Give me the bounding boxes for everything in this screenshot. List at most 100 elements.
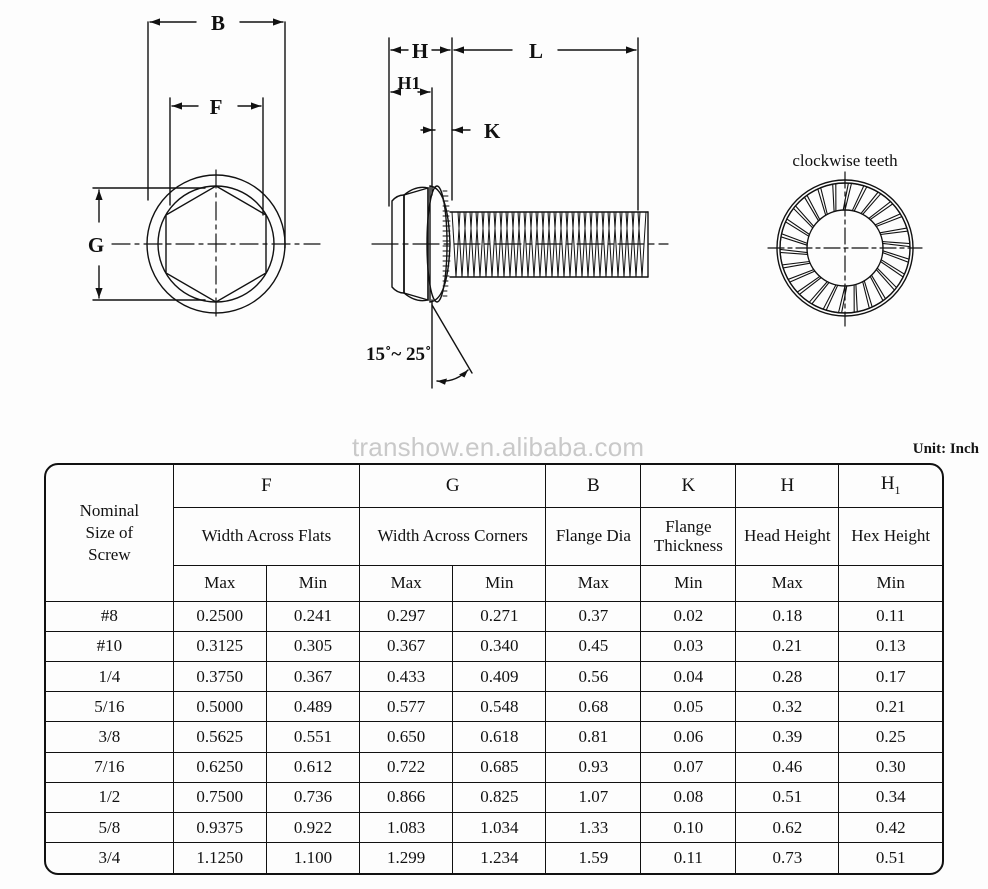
serration-tooth <box>855 281 870 313</box>
angle-label: 15˚~ 25˚ <box>366 344 431 365</box>
cell-k-min: 0.03 <box>640 630 737 662</box>
header-name-flange-dia: Flange Dia <box>545 506 642 566</box>
flange-thickness-line-1: Flange <box>665 516 712 536</box>
cell-h-max: 0.46 <box>735 751 840 783</box>
drawing-svg: B F G H L H1 K 15˚~ 25˚ clockwise teeth <box>88 11 923 389</box>
dimension-label-h1: H1 <box>397 73 420 93</box>
table-row: 7/16 0.6250 0.612 0.722 0.685 0.93 0.07 0.46 0.3… <box>46 751 942 783</box>
cell-h-max: 0.21 <box>735 630 840 662</box>
arrow-b-right <box>273 18 283 26</box>
header-f-min: Min <box>265 564 361 602</box>
cell-b-max: 0.37 <box>545 600 642 632</box>
angle-leader-line <box>431 304 473 374</box>
cell-h-max: 0.28 <box>735 660 840 693</box>
cell-h1-min: 0.25 <box>838 721 942 753</box>
dimension-label-l: L <box>529 39 543 63</box>
table-row: 5/8 0.9375 0.922 1.083 1.034 1.33 0.10 0.62 0.42 <box>46 812 942 844</box>
cell-h1-min: 0.11 <box>838 600 942 632</box>
nominal-line-1: Nominal <box>79 500 140 520</box>
serration-tooth <box>782 262 815 281</box>
serration-tooth <box>879 230 911 245</box>
cell-h1-min: 0.13 <box>838 630 942 662</box>
table-row: #10 0.3125 0.305 0.367 0.340 0.45 0.03 0.21 0.13 <box>46 630 942 662</box>
cell-g-max: 0.866 <box>359 781 454 814</box>
cell-f-min: 0.551 <box>265 721 361 753</box>
arrow-l-left <box>454 46 464 54</box>
cell-f-max: 0.9375 <box>172 812 267 844</box>
cell-k-min: 0.11 <box>640 842 737 873</box>
header-symbol-h1: H1 <box>838 465 942 508</box>
arrow-h-left <box>391 46 401 54</box>
cell-f-max: 0.7500 <box>172 781 267 814</box>
cell-b-max: 0.93 <box>545 751 642 783</box>
arrow-g-bottom <box>95 288 103 298</box>
dimension-label-f: F <box>210 95 223 119</box>
cell-k-min: 0.10 <box>640 812 737 844</box>
cell-h-max: 0.73 <box>735 842 840 873</box>
cell-nominal-size: 3/8 <box>46 721 174 753</box>
cell-h1-min: 0.21 <box>838 691 942 723</box>
cell-k-min: 0.05 <box>640 691 737 723</box>
cell-k-min: 0.04 <box>640 660 737 693</box>
cell-g-max: 0.297 <box>359 600 454 632</box>
cell-g-max: 0.722 <box>359 751 454 783</box>
cell-nominal-size: 1/2 <box>46 781 174 814</box>
cell-g-min: 1.034 <box>452 812 547 844</box>
dimension-label-b: B <box>211 11 225 35</box>
cell-h1-min: 0.42 <box>838 812 942 844</box>
cell-b-max: 1.59 <box>545 842 642 873</box>
table-row: 3/8 0.5625 0.551 0.650 0.618 0.81 0.06 0.39 0.25 <box>46 721 942 753</box>
arrow-k-right <box>453 126 463 134</box>
header-symbol-g: G <box>359 465 547 508</box>
arrow-f-left <box>172 102 182 110</box>
cell-nominal-size: 5/8 <box>46 812 174 844</box>
cell-f-min: 0.489 <box>265 691 361 723</box>
cell-nominal-size: #8 <box>46 600 174 632</box>
header-nominal-size: Nominal Size of Screw <box>46 465 174 602</box>
arrow-h1-right <box>420 88 430 96</box>
unit-note: Unit: Inch <box>912 441 979 457</box>
serration-tooth <box>806 188 827 221</box>
cell-f-max: 0.5000 <box>172 691 267 723</box>
cell-g-max: 0.367 <box>359 630 454 662</box>
cell-f-max: 0.3750 <box>172 660 267 693</box>
cell-g-max: 0.577 <box>359 691 454 723</box>
cell-f-max: 1.1250 <box>172 842 267 873</box>
cell-h-max: 0.18 <box>735 600 840 632</box>
dimension-label-k: K <box>484 119 501 143</box>
cell-g-min: 1.234 <box>452 842 547 873</box>
nominal-line-2: Size of <box>85 522 134 542</box>
nominal-line-3: Screw <box>88 544 131 564</box>
cell-nominal-size: 7/16 <box>46 751 174 783</box>
cell-f-min: 0.612 <box>265 751 361 783</box>
header-symbol-b: B <box>545 465 642 508</box>
table-body: #8 0.2500 0.241 0.297 0.271 0.37 0.02 0.18 0.11 #… <box>46 600 942 873</box>
cell-f-min: 0.736 <box>265 781 361 814</box>
technical-drawings: B F G H L H1 K 15˚~ 25˚ clockwise teeth <box>0 0 988 455</box>
cell-f-min: 0.241 <box>265 600 361 632</box>
cell-f-min: 0.367 <box>265 660 361 693</box>
flange-thickness-line-2: Thickness <box>653 536 723 555</box>
header-h-max: Max <box>735 564 840 602</box>
cell-nominal-size: 5/16 <box>46 691 174 723</box>
serration-tooth <box>875 215 908 234</box>
header-symbol-f: F <box>172 465 361 508</box>
cell-k-min: 0.02 <box>640 600 737 632</box>
serration-tooth <box>840 284 855 314</box>
alibaba-watermark: transhow.en.alibaba.com <box>352 432 645 462</box>
dimension-label-g: G <box>88 233 104 257</box>
table-row: 5/16 0.5000 0.489 0.577 0.548 0.68 0.05 0.32 0.2… <box>46 691 942 723</box>
header-g-min: Min <box>452 564 547 602</box>
cell-b-max: 0.45 <box>545 630 642 662</box>
header-g-max: Max <box>359 564 454 602</box>
dimension-label-h: H <box>412 39 428 63</box>
cell-g-min: 0.548 <box>452 691 547 723</box>
table-row: 1/4 0.3750 0.367 0.433 0.409 0.56 0.04 0.28 0.17 <box>46 660 942 693</box>
cell-b-max: 1.07 <box>545 781 642 814</box>
header-f-max: Max <box>173 564 267 602</box>
cell-g-max: 1.299 <box>359 842 454 873</box>
cell-g-min: 0.409 <box>452 660 547 693</box>
cell-g-min: 0.685 <box>452 751 547 783</box>
cell-h-max: 0.39 <box>735 721 840 753</box>
cell-f-max: 0.6250 <box>172 751 267 783</box>
